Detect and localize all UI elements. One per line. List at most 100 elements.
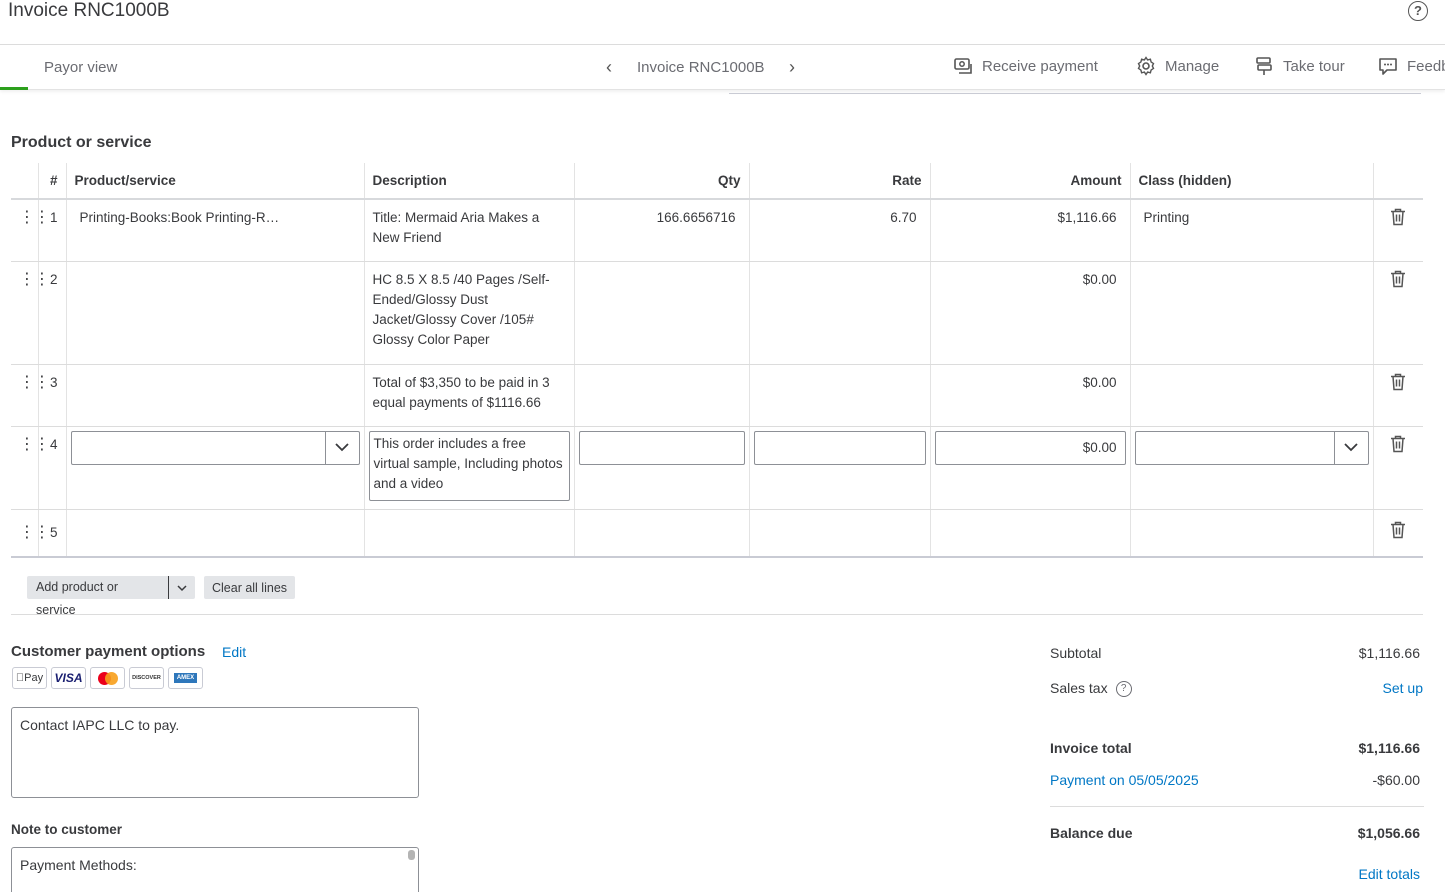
manage-label: Manage [1165, 57, 1220, 75]
rate-cell[interactable] [749, 509, 931, 558]
table-row[interactable]: ⋮⋮ 3 Total of $3,350 to be paid in 3 equ… [11, 364, 1423, 427]
table-row[interactable]: ⋮⋮ 1 Printing-Books:Book Printing-R… Tit… [11, 199, 1423, 262]
rate-cell[interactable] [749, 364, 931, 427]
header-rate: Rate [749, 163, 931, 200]
table-row-editing[interactable]: ⋮⋮ 4 This order includes a free virtual … [11, 426, 1423, 510]
payment-link[interactable]: Payment on 05/05/2025 [1050, 772, 1199, 788]
header-number: # [38, 163, 67, 200]
qty-input[interactable] [578, 430, 745, 465]
sales-tax-setup-link[interactable]: Set up [1383, 680, 1423, 696]
payment-options-edit-link[interactable]: Edit [222, 644, 246, 660]
qty-cell[interactable] [574, 261, 750, 365]
amex-text: AMEX [173, 673, 198, 683]
delete-line-button[interactable] [1373, 509, 1423, 558]
page-title: Invoice RNC1000B [8, 0, 170, 21]
amount-cell[interactable]: $1,116.66 [930, 199, 1131, 262]
class-cell[interactable]: Printing [1130, 199, 1374, 262]
section-title: Product or service [11, 134, 152, 151]
class-cell[interactable] [1130, 364, 1374, 427]
discover-icon: DISCOVER [129, 667, 164, 689]
apple-pay-text: Pay [20, 672, 43, 684]
signpost-icon [1256, 57, 1272, 75]
divider [729, 93, 1421, 94]
receive-payment-button[interactable]: Receive payment [953, 56, 1098, 76]
question-circle-icon[interactable]: ? [1115, 681, 1132, 698]
payment-row: Payment on 05/05/2025 -$60.00 [1050, 772, 1420, 788]
chevron-down-icon[interactable] [169, 581, 195, 595]
class-cell[interactable] [1130, 261, 1374, 365]
payment-options-title: Customer payment options [11, 643, 206, 660]
rate-input[interactable] [753, 430, 926, 465]
product-cell[interactable] [66, 509, 365, 558]
invoice-subnav: Payor view ‹ Invoice RNC1000B › Receive … [0, 45, 1445, 90]
invoice-total-value: $1,116.66 [1358, 740, 1420, 756]
description-cell[interactable]: Title: Mermaid Aria Makes a New Friend [364, 199, 575, 262]
edit-totals-link[interactable]: Edit totals [1359, 866, 1420, 882]
rate-cell [749, 426, 931, 510]
chevron-right-icon[interactable]: › [789, 57, 795, 78]
product-cell[interactable] [66, 364, 365, 427]
drag-handle-icon[interactable]: ⋮⋮ [11, 199, 50, 262]
invoice-total-row: Invoice total $1,116.66 [1050, 740, 1420, 756]
header-description: Description [364, 163, 575, 200]
trash-icon [1391, 270, 1406, 287]
clear-all-lines-button[interactable]: Clear all lines [204, 576, 295, 599]
top-bar: Invoice RNC1000B ? [0, 0, 1445, 45]
table-row[interactable]: ⋮⋮ 2 HC 8.5 X 8.5 /40 Pages /Self-Ended/… [11, 261, 1423, 365]
product-cell[interactable]: Printing-Books:Book Printing-R… [66, 199, 365, 262]
line-items-table: # Product/service Description Qty Rate A… [11, 163, 1423, 558]
delete-line-button[interactable] [1373, 426, 1423, 510]
note-to-customer-label: Note to customer [11, 822, 123, 837]
question-circle-icon[interactable]: ? [1408, 1, 1428, 21]
drag-handle-icon[interactable]: ⋮⋮ [11, 426, 50, 510]
scrollbar[interactable] [408, 850, 415, 860]
sales-tax-label: Sales tax [1050, 680, 1108, 696]
payor-view-indicator [0, 45, 28, 90]
qty-cell[interactable] [574, 509, 750, 558]
balance-due-row: Balance due $1,056.66 [1050, 825, 1420, 841]
note-to-customer-input[interactable]: Payment Methods: [11, 847, 419, 892]
take-tour-label: Take tour [1283, 57, 1345, 75]
invoice-switcher-label: Invoice RNC1000B [637, 59, 765, 76]
payment-value: -$60.00 [1372, 772, 1420, 788]
description-cell[interactable] [364, 509, 575, 558]
class-select[interactable] [1134, 430, 1369, 465]
product-cell[interactable] [66, 261, 365, 365]
amount-cell[interactable]: $0.00 [930, 364, 1131, 427]
rate-cell[interactable] [749, 261, 931, 365]
drag-handle-icon[interactable]: ⋮⋮ [11, 509, 50, 558]
chevron-down-icon[interactable] [1333, 431, 1368, 464]
delete-line-button[interactable] [1373, 199, 1423, 262]
payor-view-tab[interactable]: Payor view [44, 59, 117, 76]
receive-payment-icon [954, 58, 972, 74]
delete-line-button[interactable] [1373, 261, 1423, 365]
amount-cell[interactable]: $0.00 [930, 261, 1131, 365]
feedback-button[interactable]: Feedb [1378, 56, 1445, 76]
trash-icon [1391, 435, 1406, 452]
divider [1050, 806, 1424, 807]
product-cell [66, 426, 365, 510]
class-cell[interactable] [1130, 509, 1374, 558]
rate-cell[interactable]: 6.70 [749, 199, 931, 262]
description-input[interactable]: This order includes a free virtual sampl… [368, 430, 570, 501]
drag-handle-icon[interactable]: ⋮⋮ [11, 261, 50, 365]
product-select[interactable] [70, 430, 360, 465]
take-tour-button[interactable]: Take tour [1254, 56, 1345, 76]
amount-input[interactable]: $0.00 [934, 430, 1126, 465]
chevron-left-icon[interactable]: ‹ [606, 57, 612, 78]
manage-button[interactable]: Manage [1136, 56, 1219, 76]
payment-message-box[interactable]: Contact IAPC LLC to pay. [11, 707, 419, 798]
visa-text: VISA [54, 671, 83, 685]
class-cell [1130, 426, 1374, 510]
description-cell[interactable]: HC 8.5 X 8.5 /40 Pages /Self-Ended/Gloss… [364, 261, 575, 365]
qty-cell[interactable]: 166.6656716 [574, 199, 750, 262]
delete-line-button[interactable] [1373, 364, 1423, 427]
amount-cell[interactable] [930, 509, 1131, 558]
header-actions [1373, 163, 1423, 200]
qty-cell[interactable] [574, 364, 750, 427]
drag-handle-icon[interactable]: ⋮⋮ [11, 364, 50, 427]
chevron-down-icon[interactable] [324, 431, 359, 464]
table-row[interactable]: ⋮⋮ 5 [11, 509, 1423, 558]
description-cell[interactable]: Total of $3,350 to be paid in 3 equal pa… [364, 364, 575, 427]
add-product-button[interactable]: Add product or service [27, 576, 195, 617]
